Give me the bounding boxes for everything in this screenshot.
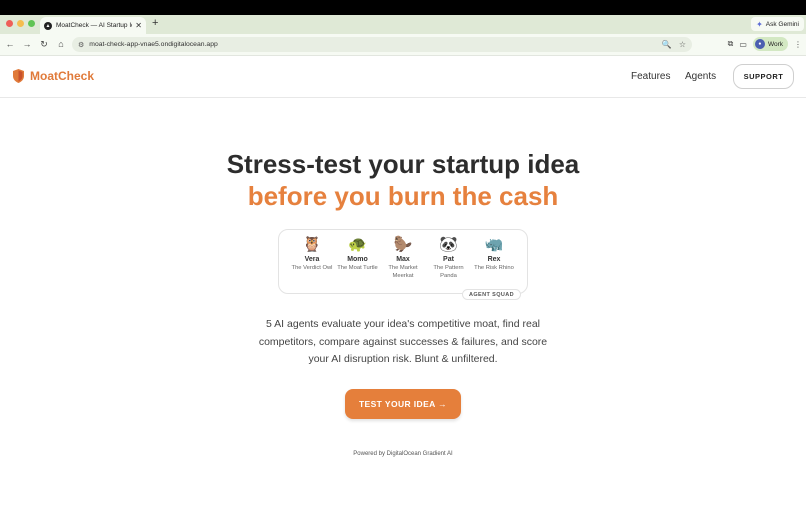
profile-button[interactable]: ● Work: [752, 37, 788, 51]
rhino-icon: 🦏: [484, 236, 504, 253]
nav-link-agents[interactable]: Agents: [685, 71, 716, 82]
brand-logo-link[interactable]: MoatCheck: [13, 69, 94, 83]
minimize-window-button[interactable]: [17, 20, 24, 27]
os-menu-bar: [0, 0, 806, 15]
reload-icon[interactable]: ↻: [36, 39, 52, 50]
support-button[interactable]: SUPPORT: [733, 64, 794, 89]
forward-arrow-icon[interactable]: →: [19, 39, 35, 50]
new-tab-button[interactable]: +: [152, 17, 158, 29]
agent-vera: 🦉 Vera The Verdict Owl: [291, 235, 333, 280]
tab-title: MoatCheck — AI Startup Idea: [56, 22, 132, 29]
maximize-window-button[interactable]: [28, 20, 35, 27]
close-window-button[interactable]: [6, 20, 13, 27]
ask-gemini-label: Ask Gemini: [765, 20, 799, 28]
site-favicon-icon: ▲: [44, 21, 52, 30]
site-info-icon[interactable]: ⚙: [78, 41, 84, 49]
nav-link-features[interactable]: Features: [631, 71, 670, 82]
agent-rex: 🦏 Rex The Risk Rhino: [473, 235, 515, 280]
tab-close-icon[interactable]: ✕: [135, 21, 142, 30]
profile-avatar-icon: ●: [754, 39, 765, 49]
browser-toolbar: ← → ↻ ⌂ ⚙ moat-check-app-vnae5.ondigital…: [0, 34, 806, 56]
gemini-sparkle-icon: ✦: [756, 19, 763, 29]
agent-name: Momo: [347, 256, 368, 263]
agent-name: Vera: [304, 256, 320, 263]
meerkat-icon: 🦫: [393, 236, 413, 253]
hero-subtitle: before you burn the cash: [247, 181, 559, 211]
window-controls: [6, 20, 35, 27]
zoom-icon[interactable]: 🔍: [662, 40, 672, 49]
bookmark-star-icon[interactable]: ☆: [679, 40, 686, 49]
shield-logo-icon: [13, 69, 24, 83]
profile-label: Work: [767, 40, 783, 48]
agent-squad-card: 🦉 Vera The Verdict Owl 🐢 Momo The Moat T…: [278, 229, 528, 300]
browser-menu-icon[interactable]: ⋮: [794, 40, 802, 49]
site-header: MoatCheck Features Agents SUPPORT: [0, 57, 806, 98]
ask-gemini-button[interactable]: ✦ Ask Gemini: [751, 17, 804, 31]
agent-role: The Market Meerkat: [388, 265, 418, 279]
agent-name: Max: [396, 256, 410, 263]
browser-tab-active[interactable]: ▲ MoatCheck — AI Startup Idea ✕: [40, 17, 146, 34]
tab-strip: ▲ MoatCheck — AI Startup Idea ✕ + ✦ Ask …: [0, 15, 806, 34]
test-your-idea-button[interactable]: TEST YOUR IDEA →: [345, 389, 461, 419]
brand-name: MoatCheck: [30, 69, 95, 83]
agent-pat: 🐼 Pat The Pattern Panda: [428, 235, 470, 280]
back-arrow-icon[interactable]: ←: [2, 39, 18, 50]
home-icon[interactable]: ⌂: [53, 39, 69, 50]
agent-max: 🦫 Max The Market Meerkat: [382, 235, 424, 280]
cast-icon[interactable]: ▭: [739, 40, 747, 49]
url-text[interactable]: moat-check-app-vnae5.ondigitalocean.app: [89, 41, 655, 48]
agent-list: 🦉 Vera The Verdict Owl 🐢 Momo The Moat T…: [279, 230, 527, 280]
owl-icon: 🦉: [302, 236, 322, 253]
hero-description: 5 AI agents evaluate your idea's competi…: [258, 318, 548, 365]
turtle-icon: 🐢: [348, 236, 367, 253]
agent-role: The Pattern Panda: [433, 265, 464, 279]
agent-role: The Verdict Owl: [291, 265, 333, 271]
extensions-icon[interactable]: ⧉: [728, 39, 734, 49]
hero-title: Stress-test your startup idea: [226, 149, 580, 179]
powered-by-note: Powered by DigitalOcean Gradient AI: [353, 451, 453, 457]
agent-name: Pat: [443, 256, 454, 263]
agent-squad-badge: AGENT SQUAD: [462, 289, 522, 300]
agent-role: The Risk Rhino: [474, 265, 514, 271]
address-bar[interactable]: ⚙ moat-check-app-vnae5.ondigitalocean.ap…: [72, 37, 692, 52]
panda-icon: 🐼: [439, 236, 458, 253]
agent-name: Rex: [487, 256, 501, 263]
agent-momo: 🐢 Momo The Moat Turtle: [337, 235, 379, 280]
agent-role: The Moat Turtle: [337, 265, 378, 271]
